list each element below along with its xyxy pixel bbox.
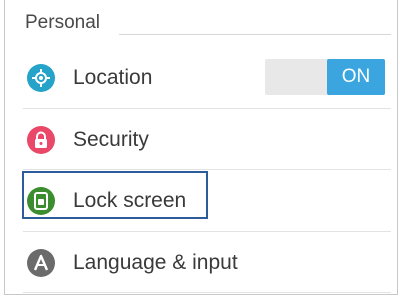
- settings-item-location[interactable]: Location ON: [23, 48, 391, 108]
- toggle-state-label: ON: [327, 59, 385, 95]
- settings-item-label: Location: [73, 66, 153, 89]
- row-divider: [23, 108, 391, 109]
- settings-item-label: Security: [73, 128, 149, 151]
- section-divider: [119, 34, 391, 35]
- settings-item-lock-screen[interactable]: Lock screen: [23, 171, 391, 231]
- settings-item-language-input[interactable]: Language & input: [23, 233, 391, 293]
- settings-item-label: Lock screen: [73, 189, 187, 212]
- lock-icon: [27, 126, 55, 154]
- row-divider: [23, 169, 391, 170]
- settings-item-security[interactable]: Security: [23, 110, 391, 170]
- settings-panel: Personal Location ON Security Lock scree…: [4, 0, 398, 295]
- location-toggle[interactable]: ON: [265, 59, 385, 95]
- settings-item-label: Language & input: [73, 251, 238, 274]
- language-icon: [27, 249, 55, 277]
- row-divider: [23, 292, 391, 293]
- row-divider: [23, 231, 391, 232]
- location-icon: [27, 64, 55, 92]
- lock-screen-icon: [27, 187, 55, 215]
- section-title: Personal: [25, 12, 100, 33]
- section-header: Personal: [23, 8, 391, 38]
